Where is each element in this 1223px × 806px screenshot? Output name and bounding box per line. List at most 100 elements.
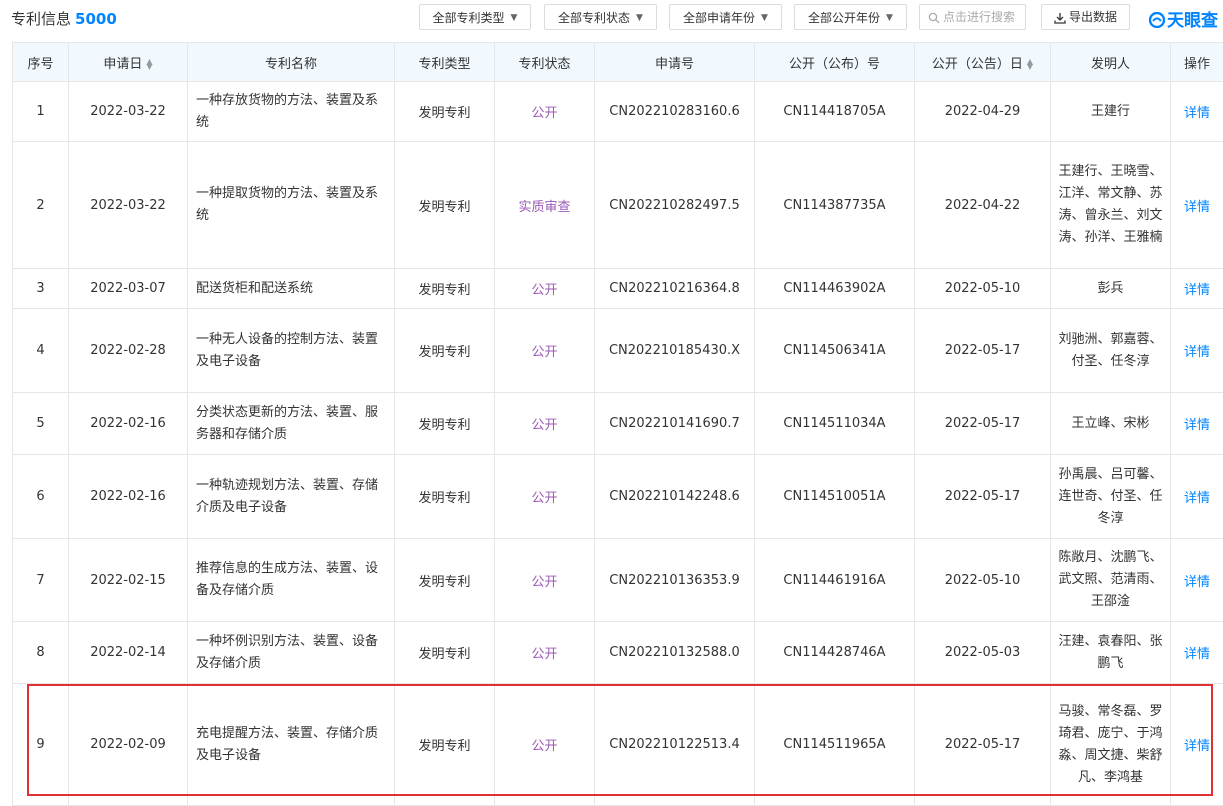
cell-inventors: 王建行、王晓雪、江洋、常文静、苏涛、曾永兰、刘文涛、孙洋、王雅楠 [1051,142,1171,269]
cell-patent-status: 公开 [495,622,595,684]
cell-publication-date: 2022-05-17 [915,393,1051,455]
page-title-text: 专利信息 [11,10,71,28]
cell-publication-date: 2022-05-03 [915,622,1051,684]
table-row: 52022-02-16分类状态更新的方法、装置、服务器和存储介质发明专利公开CN… [13,393,1223,455]
table-header-row: 序号 申请日▲▼ 专利名称 专利类型 专利状态 申请号 公开（公布）号 公开（公… [13,43,1223,82]
cell-patent-name: 分类状态更新的方法、装置、服务器和存储介质 [188,393,395,455]
filter-label: 全部专利状态 [558,11,630,25]
cell-index: 8 [13,622,69,684]
cell-publication-no: CN114511965A [755,684,915,806]
cell-publication-date: 2022-05-10 [915,539,1051,622]
cell-publication-date: 2022-05-17 [915,684,1051,806]
cell-patent-name: 一种存放货物的方法、装置及系统 [188,82,395,142]
cell-index: 7 [13,539,69,622]
column-header-label: 专利名称 [265,57,317,72]
cell-index: 1 [13,82,69,142]
cell-publication-date: 2022-05-17 [915,455,1051,539]
search-placeholder: 点击进行搜索 [943,10,1015,24]
table-row: 42022-02-28一种无人设备的控制方法、装置及电子设备发明专利公开CN20… [13,309,1223,393]
export-button[interactable]: 导出数据 [1041,4,1130,30]
column-header-label: 公开（公告）日 [932,57,1023,72]
sort-icon[interactable]: ▲▼ [146,59,152,69]
cell-application-date: 2022-02-15 [69,539,188,622]
column-header-label: 申请号 [655,57,694,72]
cell-application-no: CN202210142248.6 [595,455,755,539]
column-header-application-no: 申请号 [595,43,755,82]
cell-application-date: 2022-02-09 [69,684,188,806]
patent-count: 5000 [75,10,117,28]
cell-patent-type: 发明专利 [395,269,495,309]
details-link[interactable]: 详情 [1171,269,1223,309]
cell-index: 9 [13,684,69,806]
details-link[interactable]: 详情 [1171,393,1223,455]
cell-patent-name: 一种无人设备的控制方法、装置及电子设备 [188,309,395,393]
filter-patent-status[interactable]: 全部专利状态 ▼ [544,4,657,30]
column-header-index: 序号 [13,43,69,82]
sort-icon[interactable]: ▲▼ [1027,59,1033,69]
table-row: 92022-02-09充电提醒方法、装置、存储介质及电子设备发明专利公开CN20… [13,684,1223,806]
column-header-label: 发明人 [1091,57,1130,72]
logo: 天眼查 [1149,6,1218,31]
table-row: 62022-02-16一种轨迹规划方法、装置、存储介质及电子设备发明专利公开CN… [13,455,1223,539]
cell-application-no: CN202210185430.X [595,309,755,393]
caret-down-icon: ▼ [636,5,643,31]
cell-application-no: CN202210122513.4 [595,684,755,806]
column-header-label: 申请日 [103,57,142,72]
cell-application-date: 2022-02-16 [69,455,188,539]
cell-index: 5 [13,393,69,455]
cell-patent-name: 一种坏例识别方法、装置、设备及存储介质 [188,622,395,684]
cell-publication-no: CN114463902A [755,269,915,309]
cell-patent-status: 公开 [495,455,595,539]
cell-publication-no: CN114510051A [755,455,915,539]
logo-text: 天眼查 [1167,11,1218,31]
cell-patent-type: 发明专利 [395,142,495,269]
cell-application-date: 2022-02-16 [69,393,188,455]
cell-application-date: 2022-03-22 [69,142,188,269]
cell-patent-status: 公开 [495,309,595,393]
details-link[interactable]: 详情 [1171,539,1223,622]
cell-patent-type: 发明专利 [395,539,495,622]
details-link[interactable]: 详情 [1171,82,1223,142]
page-title: 专利信息5000 [11,8,117,29]
details-link[interactable]: 详情 [1171,142,1223,269]
column-header-label: 操作 [1184,57,1210,72]
details-link[interactable]: 详情 [1171,455,1223,539]
cell-publication-no: CN114511034A [755,393,915,455]
cell-inventors: 马骏、常冬磊、罗琦君、庞宁、于鸿淼、周文捷、柴舒凡、李鸿基 [1051,684,1171,806]
cell-index: 3 [13,269,69,309]
filter-publication-year[interactable]: 全部公开年份▼ [794,4,907,30]
cell-application-no: CN202210216364.8 [595,269,755,309]
search-input[interactable]: 点击进行搜索 [919,4,1026,30]
cell-application-date: 2022-02-14 [69,622,188,684]
cell-patent-status: 公开 [495,539,595,622]
column-header-publication-date[interactable]: 公开（公告）日 ▲▼ [915,43,1051,82]
cell-patent-status: 公开 [495,82,595,142]
column-header-publication-no: 公开（公布）号 [755,43,915,82]
details-link[interactable]: 详情 [1171,622,1223,684]
cell-application-no: CN202210141690.7 [595,393,755,455]
filter-patent-type[interactable]: 全部专利类型▼ [419,4,531,30]
filter-application-year[interactable]: 全部申请年份▼ [669,4,782,30]
column-header-actions: 操作 [1171,43,1223,82]
export-label: 导出数据 [1069,10,1117,24]
cell-patent-name: 配送货柜和配送系统 [188,269,395,309]
cell-inventors: 王立峰、宋彬 [1051,393,1171,455]
table-row: 22022-03-22一种提取货物的方法、装置及系统发明专利实质审查CN2022… [13,142,1223,269]
column-header-application-date[interactable]: 申请日 ▲▼ [69,43,188,82]
cell-application-no: CN202210136353.9 [595,539,755,622]
cell-patent-status: 公开 [495,269,595,309]
cell-patent-status: 公开 [495,684,595,806]
download-icon [1054,12,1066,24]
cell-patent-name: 一种轨迹规划方法、装置、存储介质及电子设备 [188,455,395,539]
column-header-patent-type: 专利类型 [395,43,495,82]
cell-publication-no: CN114506341A [755,309,915,393]
cell-publication-date: 2022-05-17 [915,309,1051,393]
cell-patent-type: 发明专利 [395,684,495,806]
details-link[interactable]: 详情 [1171,309,1223,393]
cell-application-no: CN202210132588.0 [595,622,755,684]
details-link[interactable]: 详情 [1171,684,1223,806]
column-header-label: 序号 [27,57,53,72]
caret-down-icon: ▼ [761,5,768,31]
table-row: 72022-02-15推荐信息的生成方法、装置、设备及存储介质发明专利公开CN2… [13,539,1223,622]
cell-patent-name: 充电提醒方法、装置、存储介质及电子设备 [188,684,395,806]
